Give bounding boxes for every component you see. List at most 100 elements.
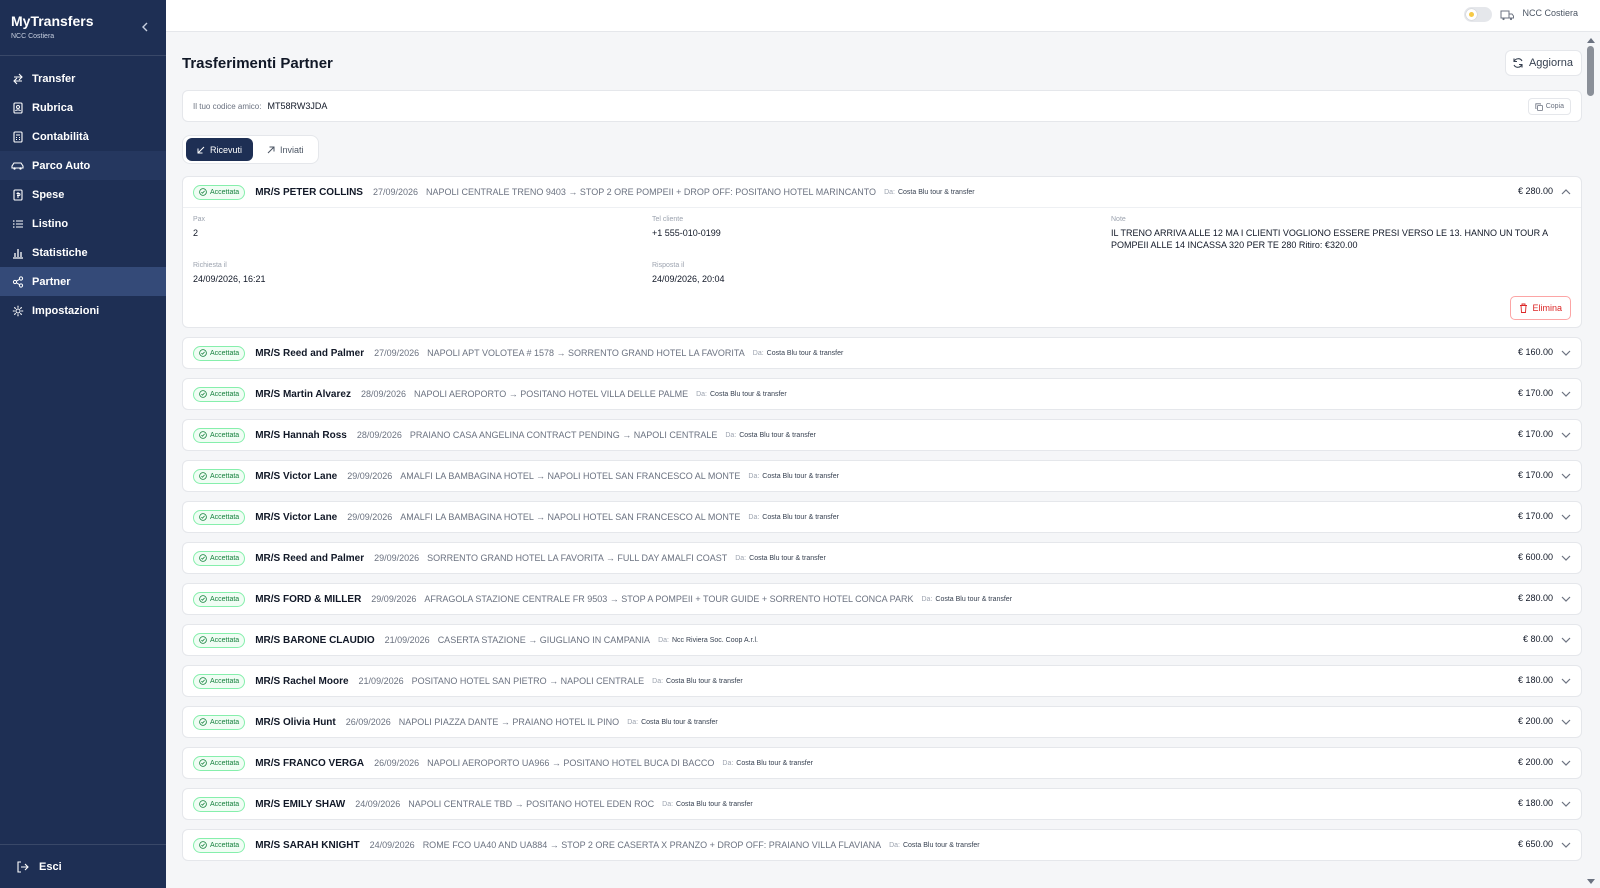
requested-value: 24/09/2026, 16:21 — [193, 274, 266, 284]
passenger-name: MR/S FRANCO VERGA — [255, 757, 365, 769]
chevron-down-icon[interactable] — [1561, 553, 1571, 563]
transfer-row[interactable]: Accettata MR/S Reed and Palmer 29/09/2026 S… — [183, 543, 1581, 573]
chevron-up-icon[interactable] — [1561, 187, 1571, 197]
trash-icon — [1520, 303, 1528, 313]
transfer-route: NAPOLI PIAZZA DANTE → PRAIANO HOTEL IL P… — [398, 717, 620, 727]
transfer-row[interactable]: Accettata MR/S SARAH KNIGHT 24/09/2026 ROME… — [183, 830, 1581, 860]
passenger-name: MR/S Victor Lane — [255, 511, 338, 523]
transfer-row[interactable]: Accettata MR/S Olivia Hunt 26/09/2026 NAPOL… — [183, 707, 1581, 737]
note-label: Note — [1111, 216, 1126, 223]
copy-button[interactable]: Copia — [1527, 98, 1571, 115]
transfer-date: 26/09/2026 — [374, 758, 420, 768]
transfer-row[interactable]: Accettata MR/S PETER COLLINS 27/09/2026 NAP… — [183, 177, 1581, 207]
sidebar-item-label: Impostazioni — [32, 304, 100, 317]
scroll-down-arrow[interactable] — [1587, 879, 1595, 884]
transfer-row[interactable]: Accettata MR/S BARONE CLAUDIO 21/09/2026 CA… — [183, 625, 1581, 655]
transfer-card[interactable]: Accettata MR/S Rachel Moore 21/09/2026 POSI… — [182, 665, 1582, 697]
from-partner: Costa Blu tour & transfer — [710, 390, 787, 398]
transfer-card[interactable]: Accettata MR/S FRANCO VERGA 26/09/2026 NAPO… — [182, 747, 1582, 779]
answered-label: Risposta il — [652, 262, 685, 269]
delete-button[interactable]: Elimina — [1510, 296, 1571, 320]
chevron-down-icon[interactable] — [1561, 799, 1571, 809]
chevron-down-icon[interactable] — [1561, 635, 1571, 645]
chevron-down-icon[interactable] — [1561, 430, 1571, 440]
chevron-down-icon[interactable] — [1561, 840, 1571, 850]
transfer-row[interactable]: Accettata MR/S EMILY SHAW 24/09/2026 NAPOLI… — [183, 789, 1581, 819]
scrollbar[interactable] — [1582, 32, 1600, 888]
sidebar-item-parco-auto[interactable]: Parco Auto — [0, 151, 166, 180]
chevron-left-icon — [142, 22, 148, 32]
transfer-card[interactable]: Accettata MR/S Reed and Palmer 29/09/2026 S… — [182, 542, 1582, 574]
transfer-card[interactable]: Accettata MR/S EMILY SHAW 24/09/2026 NAPOLI… — [182, 788, 1582, 820]
transfer-card[interactable]: Accettata MR/S FORD & MILLER 29/09/2026 AFR… — [182, 583, 1582, 615]
transfer-card[interactable]: Accettata MR/S Reed and Palmer 27/09/2026 N… — [182, 337, 1582, 369]
transfer-route: NAPOLI CENTRALE TRENO 9403 → STOP 2 ORE … — [426, 187, 877, 197]
chevron-down-icon[interactable] — [1561, 594, 1571, 604]
status-label: Accettata — [210, 513, 240, 521]
transfer-card[interactable]: Accettata MR/S BARONE CLAUDIO 21/09/2026 CA… — [182, 624, 1582, 656]
transfer-card[interactable]: Accettata MR/S PETER COLLINS 27/09/2026 NAP… — [182, 176, 1582, 328]
sidebar-item-spese[interactable]: Spese — [0, 180, 166, 209]
status-label: Accettata — [210, 636, 240, 644]
scroll-thumb[interactable] — [1587, 46, 1594, 96]
check-circle-icon — [199, 595, 207, 603]
car-icon — [11, 159, 24, 172]
topbar-company-name: NCC Costiera — [1522, 8, 1578, 18]
transfer-row[interactable]: Accettata MR/S Rachel Moore 21/09/2026 POSI… — [183, 666, 1581, 696]
check-circle-icon — [199, 390, 207, 398]
sidebar-item-statistiche[interactable]: Statistiche — [0, 238, 166, 267]
transfer-card[interactable]: Accettata MR/S Olivia Hunt 26/09/2026 NAPOL… — [182, 706, 1582, 738]
from-label: Da: — [752, 349, 764, 357]
transfer-row[interactable]: Accettata MR/S Victor Lane 29/09/2026 AMALF… — [183, 502, 1581, 532]
passenger-name: MR/S Olivia Hunt — [255, 716, 336, 728]
transfer-row[interactable]: Accettata MR/S Victor Lane 29/09/2026 AMALF… — [183, 461, 1581, 491]
logout-button[interactable]: Esci — [0, 844, 166, 888]
chevron-down-icon[interactable] — [1561, 758, 1571, 768]
chevron-down-icon[interactable] — [1561, 717, 1571, 727]
transfer-row[interactable]: Accettata MR/S Reed and Palmer 27/09/2026 N… — [183, 338, 1581, 368]
transfer-card[interactable]: Accettata MR/S Victor Lane 29/09/2026 AMALF… — [182, 460, 1582, 492]
tab-inviati[interactable]: Inviati — [256, 138, 315, 161]
transfer-card[interactable]: Accettata MR/S Hannah Ross 28/09/2026 PRAIA… — [182, 419, 1582, 451]
from-partner: Costa Blu tour & transfer — [897, 188, 975, 196]
company-subtitle: NCC Costiera — [11, 33, 55, 40]
tab-ricevuti[interactable]: Ricevuti — [186, 138, 254, 161]
sidebar-item-impostazioni[interactable]: Impostazioni — [0, 296, 166, 325]
transfer-price: € 200.00 — [1517, 716, 1553, 726]
answered-value: 24/09/2026, 20:04 — [652, 274, 725, 284]
transfer-date: 29/09/2026 — [371, 594, 417, 604]
from-label: Da: — [627, 718, 639, 726]
chevron-down-icon[interactable] — [1561, 389, 1571, 399]
status-label: Accettata — [210, 188, 240, 196]
transfer-row[interactable]: Accettata MR/S Hannah Ross 28/09/2026 PRAIA… — [183, 420, 1581, 450]
sidebar-item-listino[interactable]: Listino — [0, 209, 166, 238]
scroll-up-arrow[interactable] — [1587, 38, 1595, 43]
calculator-icon — [11, 130, 24, 143]
sidebar-item-partner[interactable]: Partner — [0, 267, 166, 296]
sidebar-item-rubrica[interactable]: Rubrica — [0, 93, 166, 122]
transfer-card[interactable]: Accettata MR/S Victor Lane 29/09/2026 AMALF… — [182, 501, 1582, 533]
transfer-row[interactable]: Accettata MR/S FORD & MILLER 29/09/2026 AFR… — [183, 584, 1581, 614]
passenger-name: MR/S BARONE CLAUDIO — [255, 634, 375, 646]
chevron-down-icon[interactable] — [1561, 471, 1571, 481]
transfer-row[interactable]: Accettata MR/S FRANCO VERGA 26/09/2026 NAPO… — [183, 748, 1581, 778]
chevron-down-icon[interactable] — [1561, 348, 1571, 358]
from-label: Da: — [725, 431, 737, 439]
check-circle-icon — [199, 677, 207, 685]
transfer-card[interactable]: Accettata MR/S SARAH KNIGHT 24/09/2026 ROME… — [182, 829, 1582, 861]
from-label: Da: — [748, 513, 760, 521]
sidebar-nav: Transfer Rubrica Contabilità Parco Auto … — [0, 64, 166, 325]
sidebar-item-contabilita[interactable]: Contabilità — [0, 122, 166, 151]
status-badge: Accettata — [193, 184, 246, 200]
refresh-button[interactable]: Aggiorna — [1504, 50, 1582, 76]
note-value: IL TRENO ARRIVA ALLE 12 MA I CLIENTI VOG… — [1111, 228, 1548, 250]
transfer-row[interactable]: Accettata MR/S Martin Alvarez 28/09/2026 NA… — [183, 379, 1581, 409]
theme-toggle[interactable] — [1464, 7, 1492, 22]
transfer-card[interactable]: Accettata MR/S Martin Alvarez 28/09/2026 NA… — [182, 378, 1582, 410]
chevron-down-icon[interactable] — [1561, 676, 1571, 686]
sun-icon — [1466, 9, 1477, 20]
sidebar-item-transfer[interactable]: Transfer — [0, 64, 166, 93]
gear-icon — [11, 304, 24, 317]
collapse-sidebar-button[interactable] — [138, 20, 152, 34]
chevron-down-icon[interactable] — [1561, 512, 1571, 522]
